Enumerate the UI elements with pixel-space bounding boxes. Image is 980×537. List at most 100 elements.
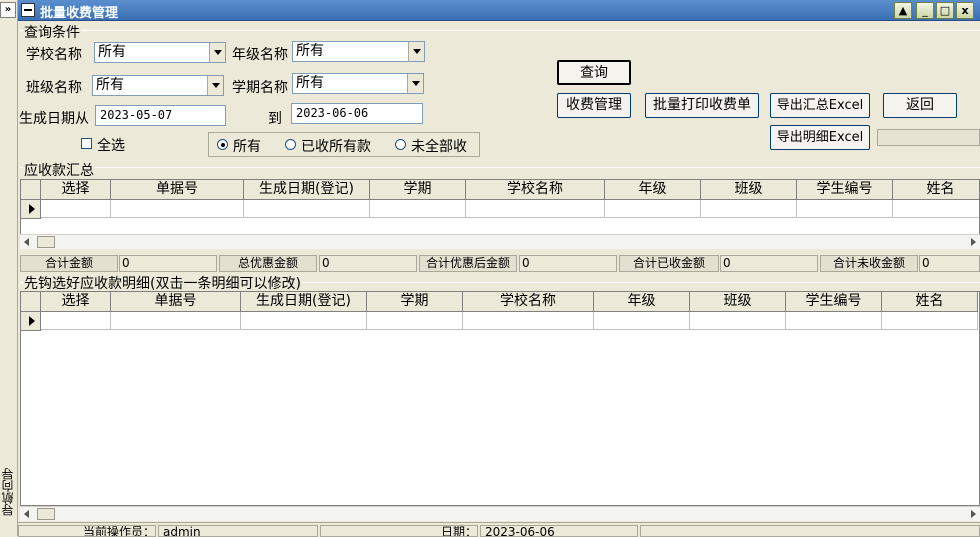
radio-not-fully-paid-label[interactable]: 未全部收 [411,136,467,156]
table-cell[interactable] [370,200,466,218]
school-select-value: 所有 [98,44,126,60]
total-after-discount-value: 0 [519,255,617,272]
summary-col-class[interactable]: 班级 [701,180,797,200]
row-pointer-icon [29,316,35,326]
scroll-right-icon[interactable] [971,510,976,518]
operator-label: 当前操作员： [18,525,156,537]
summary-section-label: 应收款汇总 [23,160,95,180]
table-cell[interactable] [244,200,370,218]
export-detail-excel-button[interactable]: 导出明细Excel [770,125,870,150]
summary-col-student-no[interactable]: 学生编号 [797,180,893,200]
radio-paid-all[interactable] [285,139,296,150]
detail-section-label: 先钩选好应收款明细(双击一条明细可以修改) [23,273,302,293]
total-unreceived-value: 0 [919,255,980,272]
radio-paid-all-label[interactable]: 已收所有款 [301,136,371,156]
total-discount-label: 总优惠金额 [219,255,317,272]
table-cell[interactable] [41,200,111,218]
detail-col-date[interactable]: 生成日期(登记) [241,292,367,312]
summary-separator [20,167,980,168]
help-button[interactable]: ▲ [894,2,912,19]
summary-col-name[interactable]: 姓名 [893,180,979,200]
batch-print-button[interactable]: 批量打印收费单 [645,93,759,118]
window-menu-icon[interactable] [21,3,35,17]
back-button[interactable]: 返回 [883,93,957,118]
summary-col-doc-no[interactable]: 单据号 [111,180,244,200]
table-cell[interactable] [786,312,882,330]
detail-col-term[interactable]: 学期 [367,292,463,312]
expand-nav-button[interactable]: » [0,2,16,18]
table-cell[interactable] [594,312,690,330]
chevron-down-icon[interactable] [408,42,424,61]
total-received-value: 0 [720,255,818,272]
class-label: 班级名称 [26,80,82,96]
scroll-right-icon[interactable] [971,238,976,246]
date-from-label: 生成日期从 [19,111,89,127]
table-cell[interactable] [111,312,241,330]
table-cell[interactable] [41,312,111,330]
table-cell[interactable] [367,312,463,330]
summary-col-school[interactable]: 学校名称 [466,180,605,200]
table-cell[interactable] [111,200,244,218]
detail-row-indicator[interactable] [21,312,41,331]
table-cell[interactable] [690,312,786,330]
scroll-thumb[interactable] [37,508,55,520]
grade-select[interactable]: 所有 [292,41,425,62]
detail-col-name[interactable]: 姓名 [882,292,978,312]
chevron-down-icon[interactable] [407,74,423,93]
date-from-input[interactable]: 2023-05-07 [95,105,226,126]
close-button[interactable]: x [956,2,974,19]
total-unreceived-label: 合计未收金额 [820,255,918,272]
detail-hscrollbar[interactable] [20,506,980,521]
scroll-left-icon[interactable] [24,238,29,246]
school-select[interactable]: 所有 [94,42,226,63]
scroll-thumb[interactable] [37,236,55,248]
total-discount-value: 0 [319,255,417,272]
chevron-down-icon[interactable] [209,43,225,62]
summary-grid[interactable]: 选择 单据号 生成日期(登记) 学期 学校名称 年级 班级 学生编号 姓名 [20,179,980,235]
total-amount-value: 0 [119,255,217,272]
nav-wizard-label[interactable]: 导航向导 [1,468,16,516]
table-cell[interactable] [882,312,978,330]
table-cell[interactable] [241,312,367,330]
table-cell[interactable] [466,200,605,218]
select-all-label[interactable]: 全选 [97,135,125,155]
summary-row-indicator[interactable] [21,200,41,219]
detail-col-student-no[interactable]: 学生编号 [786,292,882,312]
summary-col-grade[interactable]: 年级 [605,180,701,200]
detail-grid-corner [21,292,41,312]
class-select[interactable]: 所有 [92,75,224,96]
term-select[interactable]: 所有 [292,73,424,94]
date-to-input[interactable]: 2023-06-06 [291,103,423,124]
table-cell[interactable] [701,200,797,218]
chevron-down-icon[interactable] [207,76,223,95]
detail-col-school[interactable]: 学校名称 [463,292,594,312]
date-value: 2023-06-06 [480,525,638,537]
select-all-checkbox[interactable] [81,138,92,149]
table-cell[interactable] [893,200,979,218]
detail-col-doc-no[interactable]: 单据号 [111,292,241,312]
table-cell[interactable] [463,312,594,330]
minimize-button[interactable]: _ [916,2,934,19]
school-label: 学校名称 [26,47,82,63]
date-label: 日期： [320,525,478,537]
radio-all[interactable] [217,139,228,150]
radio-all-label[interactable]: 所有 [233,136,261,156]
table-cell[interactable] [797,200,893,218]
export-summary-excel-button[interactable]: 导出汇总Excel [770,93,870,118]
query-button[interactable]: 查询 [557,60,631,85]
summary-hscrollbar[interactable] [20,234,980,249]
detail-col-select[interactable]: 选择 [41,292,111,312]
summary-col-select[interactable]: 选择 [41,180,111,200]
detail-grid[interactable]: 选择 单据号 生成日期(登记) 学期 学校名称 年级 班级 学生编号 姓名 [20,291,980,506]
restore-button[interactable]: □ [936,2,954,19]
term-select-value: 所有 [296,75,324,91]
summary-col-term[interactable]: 学期 [370,180,466,200]
radio-not-fully-paid[interactable] [395,139,406,150]
fee-management-button[interactable]: 收费管理 [557,93,631,118]
total-amount-label: 合计金额 [20,255,118,272]
detail-col-grade[interactable]: 年级 [594,292,690,312]
summary-col-date[interactable]: 生成日期(登记) [244,180,370,200]
scroll-left-icon[interactable] [24,510,29,518]
table-cell[interactable] [605,200,701,218]
detail-col-class[interactable]: 班级 [690,292,786,312]
